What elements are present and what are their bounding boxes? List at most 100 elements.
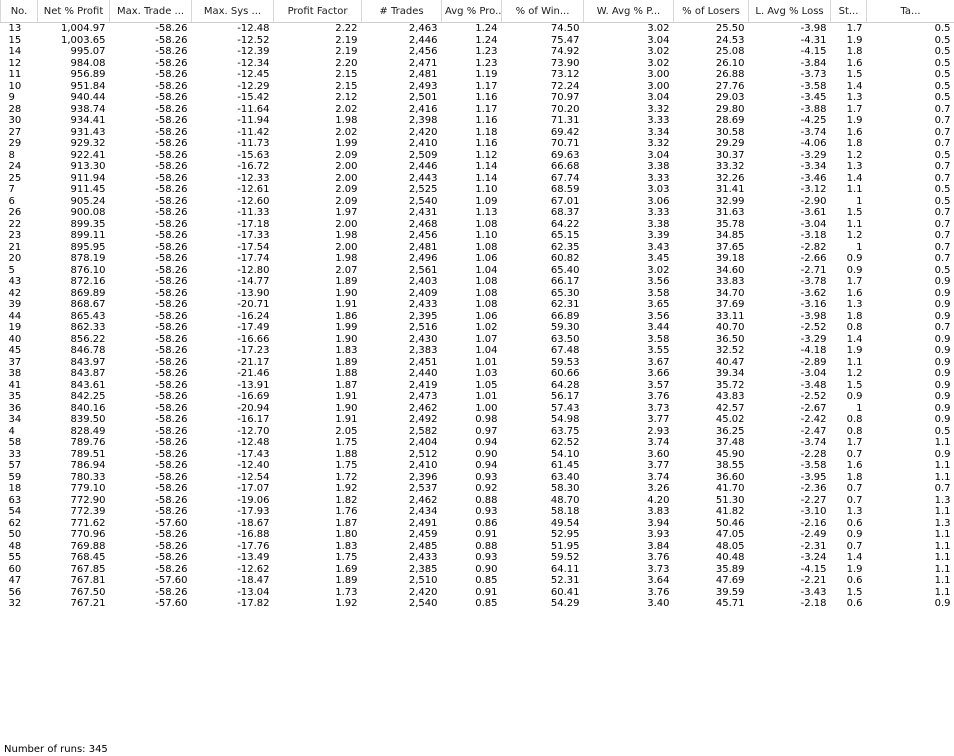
- table-cell: -3.62: [749, 288, 831, 300]
- table-row[interactable]: 21895.95-58.26-17.542.002,4811.0862.353.…: [1, 242, 954, 254]
- table-row[interactable]: 6905.24-58.26-12.602.092,5401.0967.013.0…: [1, 196, 954, 208]
- table-row[interactable]: 62771.62-57.60-18.671.872,4910.8649.543.…: [1, 518, 954, 530]
- table-cell: 6: [1, 196, 38, 208]
- table-row[interactable]: 12984.08-58.26-12.342.202,4711.2373.903.…: [1, 58, 954, 70]
- table-row[interactable]: 60767.85-58.26-12.621.692,3850.9064.113.…: [1, 564, 954, 576]
- column-header-2[interactable]: Max. Trade ...: [110, 0, 192, 23]
- table-row[interactable]: 36840.16-58.26-20.941.902,4621.0057.433.…: [1, 403, 954, 415]
- table-row[interactable]: 11956.89-58.26-12.452.152,4811.1973.123.…: [1, 69, 954, 81]
- table-cell: 41: [1, 380, 38, 392]
- table-row[interactable]: 27931.43-58.26-11.422.022,4201.1869.423.…: [1, 127, 954, 139]
- table-row[interactable]: 43872.16-58.26-14.771.892,4031.0866.173.…: [1, 276, 954, 288]
- table-cell: 3.02: [584, 265, 674, 277]
- table-row[interactable]: 48769.88-58.26-17.761.832,4850.8851.953.…: [1, 541, 954, 553]
- table-row[interactable]: 20878.19-58.26-17.741.982,4961.0660.823.…: [1, 253, 954, 265]
- table-cell: 3.93: [584, 529, 674, 541]
- table-cell: -12.60: [192, 196, 274, 208]
- table-cell: 74.92: [502, 46, 584, 58]
- table-cell: -16.88: [192, 529, 274, 541]
- table-row[interactable]: 26900.08-58.26-11.331.972,4311.1368.373.…: [1, 207, 954, 219]
- table-row[interactable]: 41843.61-58.26-13.911.872,4191.0564.283.…: [1, 380, 954, 392]
- table-row[interactable]: 54772.39-58.26-17.931.762,4340.9358.183.…: [1, 506, 954, 518]
- table-cell: 1.91: [274, 414, 362, 426]
- table-cell: -58.26: [110, 299, 192, 311]
- table-row[interactable]: 151,003.65-58.26-12.522.192,4461.2475.47…: [1, 35, 954, 47]
- table-cell: 2,491: [362, 518, 442, 530]
- table-row[interactable]: 44865.43-58.26-16.241.862,3951.0666.893.…: [1, 311, 954, 323]
- table-row[interactable]: 131,004.97-58.26-12.482.222,4631.2474.50…: [1, 23, 954, 35]
- column-header-0[interactable]: No.: [1, 0, 38, 23]
- table-row[interactable]: 32767.21-57.60-17.821.922,5400.8554.293.…: [1, 598, 954, 610]
- table-row[interactable]: 10951.84-58.26-12.292.152,4931.1772.243.…: [1, 81, 954, 93]
- table-cell: 4: [1, 426, 38, 438]
- table-cell: 60.66: [502, 368, 584, 380]
- column-header-5[interactable]: # Trades: [362, 0, 442, 23]
- table-cell: -17.33: [192, 230, 274, 242]
- table-row[interactable]: 39868.67-58.26-20.711.912,4331.0862.313.…: [1, 299, 954, 311]
- table-cell: 50.46: [674, 518, 749, 530]
- table-cell: 3.06: [584, 196, 674, 208]
- column-header-7[interactable]: % of Win...: [502, 0, 584, 23]
- table-row[interactable]: 37843.97-58.26-21.171.892,4511.0159.533.…: [1, 357, 954, 369]
- table-row[interactable]: 57786.94-58.26-12.401.752,4100.9461.453.…: [1, 460, 954, 472]
- table-row[interactable]: 34839.50-58.26-16.171.912,4920.9854.983.…: [1, 414, 954, 426]
- column-header-1[interactable]: Net % Profit: [38, 0, 110, 23]
- table-row[interactable]: 59780.33-58.26-12.541.722,3960.9363.403.…: [1, 472, 954, 484]
- table-row[interactable]: 45846.78-58.26-17.231.832,3831.0467.483.…: [1, 345, 954, 357]
- table-row[interactable]: 9940.44-58.26-15.422.122,5011.1670.973.0…: [1, 92, 954, 104]
- column-header-9[interactable]: % of Losers: [674, 0, 749, 23]
- table-row[interactable]: 38843.87-58.26-21.461.882,4401.0360.663.…: [1, 368, 954, 380]
- table-row[interactable]: 33789.51-58.26-17.431.882,5120.9054.103.…: [1, 449, 954, 461]
- table-cell: -12.45: [192, 69, 274, 81]
- table-row[interactable]: 35842.25-58.26-16.691.912,4731.0156.173.…: [1, 391, 954, 403]
- table-row[interactable]: 25911.94-58.26-12.332.002,4431.1467.743.…: [1, 173, 954, 185]
- table-cell: 54: [1, 506, 38, 518]
- table-row[interactable]: 7911.45-58.26-12.612.092,5251.1068.593.0…: [1, 184, 954, 196]
- table-row[interactable]: 40856.22-58.26-16.661.902,4301.0763.503.…: [1, 334, 954, 346]
- table-cell: 1.04: [442, 265, 502, 277]
- table-row[interactable]: 18779.10-58.26-17.071.922,5370.9258.303.…: [1, 483, 954, 495]
- table-row[interactable]: 50770.96-58.26-16.881.802,4590.9152.953.…: [1, 529, 954, 541]
- column-header-11[interactable]: St...: [831, 0, 867, 23]
- table-cell: 0.7: [831, 541, 867, 553]
- table-row[interactable]: 29929.32-58.26-11.731.992,4101.1670.713.…: [1, 138, 954, 150]
- table-cell: 0.88: [442, 495, 502, 507]
- column-header-4[interactable]: Profit Factor: [274, 0, 362, 23]
- table-row[interactable]: 23899.11-58.26-17.331.982,4561.1065.153.…: [1, 230, 954, 242]
- table-row[interactable]: 8922.41-58.26-15.632.092,5091.1269.633.0…: [1, 150, 954, 162]
- table-cell: 2.05: [274, 426, 362, 438]
- table-row[interactable]: 56767.50-58.26-13.041.732,4200.9160.413.…: [1, 587, 954, 599]
- table-row[interactable]: 47767.81-57.60-18.471.892,5100.8552.313.…: [1, 575, 954, 587]
- table-row[interactable]: 42869.89-58.26-13.901.902,4091.0865.303.…: [1, 288, 954, 300]
- table-row[interactable]: 5876.10-58.26-12.802.072,5611.0465.403.0…: [1, 265, 954, 277]
- table-cell: 1.4: [831, 81, 867, 93]
- table-cell: 1.24: [442, 35, 502, 47]
- column-header-8[interactable]: W. Avg % P...: [584, 0, 674, 23]
- table-cell: 0.86: [442, 518, 502, 530]
- table-cell: -16.17: [192, 414, 274, 426]
- table-row[interactable]: 58789.76-58.26-12.481.752,4040.9462.523.…: [1, 437, 954, 449]
- table-cell: 45.71: [674, 598, 749, 610]
- column-header-12[interactable]: Ta...: [867, 0, 954, 23]
- table-cell: 48.05: [674, 541, 749, 553]
- column-header-3[interactable]: Max. Sys ...: [192, 0, 274, 23]
- table-row[interactable]: 63772.90-58.26-19.061.822,4620.8848.704.…: [1, 495, 954, 507]
- table-row[interactable]: 55768.45-58.26-13.491.752,4330.9359.523.…: [1, 552, 954, 564]
- table-row[interactable]: 14995.07-58.26-12.392.192,4561.2374.923.…: [1, 46, 954, 58]
- table-cell: -3.84: [749, 58, 831, 70]
- table-row[interactable]: 24913.30-58.26-16.722.002,4461.1466.683.…: [1, 161, 954, 173]
- table-cell: -58.26: [110, 288, 192, 300]
- table-cell: 3.73: [584, 564, 674, 576]
- table-cell: 22: [1, 219, 38, 231]
- table-row[interactable]: 28938.74-58.26-11.642.022,4161.1770.203.…: [1, 104, 954, 116]
- table-cell: 2,410: [362, 138, 442, 150]
- column-header-10[interactable]: L. Avg % Loss: [749, 0, 831, 23]
- table-row[interactable]: 19862.33-58.26-17.491.992,5161.0259.303.…: [1, 322, 954, 334]
- table-cell: 1.00: [442, 403, 502, 415]
- table-row[interactable]: 4828.49-58.26-12.702.052,5820.9763.752.9…: [1, 426, 954, 438]
- table-row[interactable]: 22899.35-58.26-17.182.002,4681.0864.223.…: [1, 219, 954, 231]
- table-row[interactable]: 30934.41-58.26-11.941.982,3981.1671.313.…: [1, 115, 954, 127]
- table-cell: 54.10: [502, 449, 584, 461]
- table-cell: -58.26: [110, 380, 192, 392]
- column-header-6[interactable]: Avg % Pro...: [442, 0, 502, 23]
